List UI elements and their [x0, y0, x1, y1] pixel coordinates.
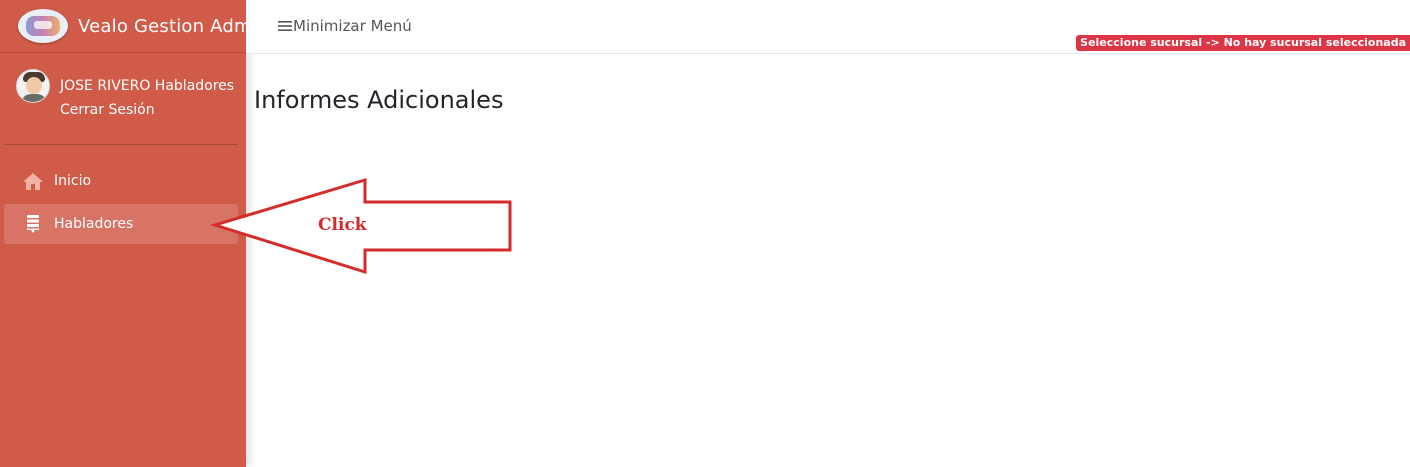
hamburger-icon [278, 21, 292, 31]
brand-title: Vealo Gestion Admin [78, 15, 246, 37]
sidebar-item-label: Habladores [54, 216, 134, 232]
sidebar-item-label: Inicio [54, 173, 92, 189]
home-icon [22, 171, 44, 191]
user-name: JOSE RIVERO Habladores [60, 78, 235, 94]
minimize-menu-button[interactable]: Minimizar Menú [278, 16, 412, 36]
avatar [16, 69, 50, 103]
page-title: Informes Adicionales [254, 86, 504, 114]
branch-select-badge[interactable]: Seleccione sucursal -> No hay sucursal s… [1076, 35, 1410, 51]
list-icon [22, 214, 44, 234]
topbar: Minimizar Menú Seleccione sucursal -> No… [246, 0, 1410, 54]
logout-link[interactable]: Cerrar Sesión [60, 102, 155, 118]
user-panel [0, 53, 246, 143]
minimize-menu-label: Minimizar Menú [293, 17, 412, 35]
brand-logo [18, 9, 68, 43]
brand[interactable]: Vealo Gestion Admin [0, 0, 246, 53]
divider [4, 144, 238, 145]
annotation-click-label: Click [318, 215, 367, 235]
